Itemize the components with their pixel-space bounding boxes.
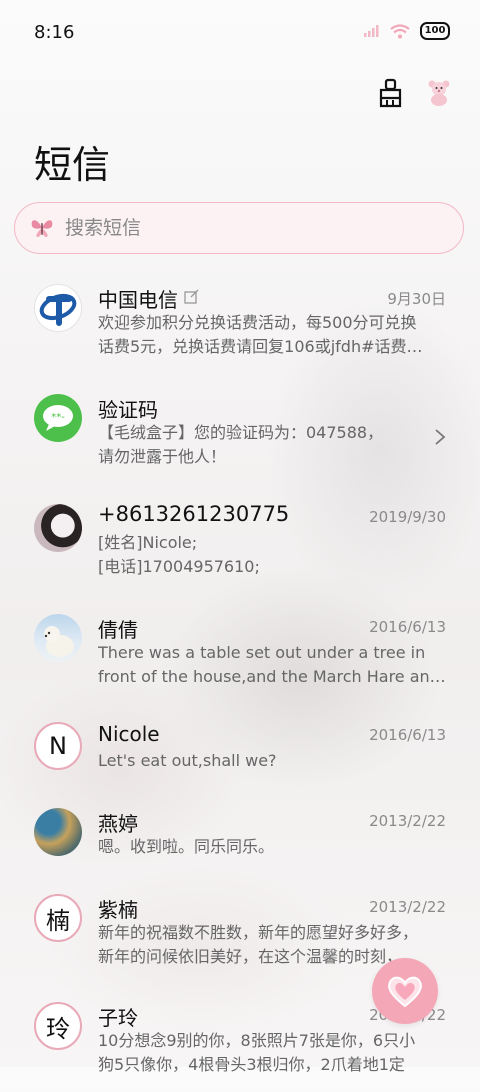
conversation-preview: [姓名]Nicole; [电话]17004957610; <box>98 531 446 579</box>
conversation-name: 紫楠 <box>98 898 138 922</box>
list-item[interactable]: 中国电信 9月30日 欢迎参加积分兑换话费活动，每500分可兑换 话费5元，兑换… <box>0 262 480 372</box>
preview-line-1: 欢迎参加积分兑换话费活动，每500分可兑换 <box>98 313 417 332</box>
svg-text:**-: **- <box>51 412 65 423</box>
china-telecom-logo <box>34 284 82 332</box>
conversation-preview: There was a table set out under a tree i… <box>98 641 446 689</box>
preview-line-1: 新年的祝福数不胜数，新年的愿望好多好多， <box>98 923 419 942</box>
preview-line-2: 请勿泄露于他人！ <box>98 447 227 466</box>
status-bar: 8:16 100 <box>0 0 480 68</box>
conversation-preview: 【毛绒盒子】您的验证码为：047588， 请勿泄露于他人！ <box>98 421 420 469</box>
list-item[interactable]: **- 验证码 【毛绒盒子】您的验证码为：047588， 请勿泄露于他人！ <box>0 372 480 482</box>
preview-line-1: 10分想念9别的你，8张照片7张是你，6只小 <box>98 1031 416 1050</box>
chevron-right-icon[interactable] <box>434 428 446 446</box>
conversation-preview: 嗯。收到啦。同乐同乐。 <box>98 835 446 859</box>
preview-line-1: Let's eat out,shall we? <box>98 751 277 770</box>
preview-line-1: [姓名]Nicole; <box>98 533 198 552</box>
avatar: 玲 <box>34 1002 82 1050</box>
preview-line-1: 嗯。收到啦。同乐同乐。 <box>98 837 275 856</box>
search-bar[interactable] <box>14 202 464 254</box>
conversation-name: 子玲 <box>98 1006 138 1030</box>
conversation-date: 2016/6/13 <box>369 618 446 636</box>
conversation-name: +8613261230775 <box>98 502 290 526</box>
avatar <box>34 504 82 552</box>
compose-button[interactable] <box>372 958 438 1024</box>
conversation-name: 验证码 <box>98 398 158 422</box>
preview-line-2: [电话]17004957610; <box>98 557 260 576</box>
conversation-preview: Let's eat out,shall we? <box>98 749 446 773</box>
page-title: 短信 <box>34 143 111 187</box>
conversation-name: 中国电信 <box>98 288 178 312</box>
conversation-date: 9月30日 <box>387 290 446 308</box>
top-actions <box>376 78 454 108</box>
polar-bear-photo <box>34 614 82 662</box>
conversation-name: 倩倩 <box>98 618 138 642</box>
conversation-date: 2016/6/13 <box>369 726 446 744</box>
status-time: 8:16 <box>34 22 75 43</box>
conversation-preview: 10分想念9别的你，8张照片7张是你，6只小 狗5只像你，4根骨头3根归你，2爪… <box>98 1029 446 1077</box>
signal-icon <box>364 25 379 37</box>
conversation-name: 燕婷 <box>98 812 138 836</box>
conversation-date: 2013/2/22 <box>369 898 446 916</box>
teddy-bear-icon[interactable] <box>424 78 454 108</box>
message-bubble-icon: **- <box>34 394 82 442</box>
status-icons: 100 <box>364 22 450 40</box>
broom-icon[interactable] <box>376 78 406 108</box>
battery-icon: 100 <box>420 22 450 40</box>
list-item[interactable]: N Nicole 2016/6/13 Let's eat out,shall w… <box>0 702 480 788</box>
preview-line-1: 【毛绒盒子】您的验证码为：047588， <box>98 423 384 442</box>
list-item[interactable]: +8613261230775 2019/9/30 [姓名]Nicole; [电话… <box>0 482 480 592</box>
preview-line-2: 话费5元，兑换话费请回复106或jfdh#话费… <box>98 337 423 356</box>
avatar: 楠 <box>34 894 82 942</box>
list-item[interactable]: 倩倩 2016/6/13 There was a table set out u… <box>0 592 480 702</box>
list-item[interactable]: 燕婷 2013/2/22 嗯。收到啦。同乐同乐。 <box>0 788 480 874</box>
heart-icon <box>388 976 422 1008</box>
avatar <box>34 808 82 856</box>
preview-line-2: 狗5只像你，4根骨头3根归你，2爪着地1定 <box>98 1055 405 1074</box>
conversation-preview: 欢迎参加积分兑换话费活动，每500分可兑换 话费5元，兑换话费请回复106或jf… <box>98 311 446 359</box>
butterfly-icon <box>31 220 53 237</box>
search-input[interactable] <box>63 216 463 240</box>
avatar: N <box>34 722 82 770</box>
edit-icon <box>184 289 199 304</box>
conversation-date: 2019/9/30 <box>369 508 446 526</box>
preview-line-2: front of the house,and the March Hare an… <box>98 667 446 686</box>
preview-line-1: There was a table set out under a tree i… <box>98 643 426 662</box>
conversation-name: Nicole <box>98 722 160 746</box>
wifi-icon <box>390 23 410 38</box>
conversation-date: 2013/2/22 <box>369 812 446 830</box>
